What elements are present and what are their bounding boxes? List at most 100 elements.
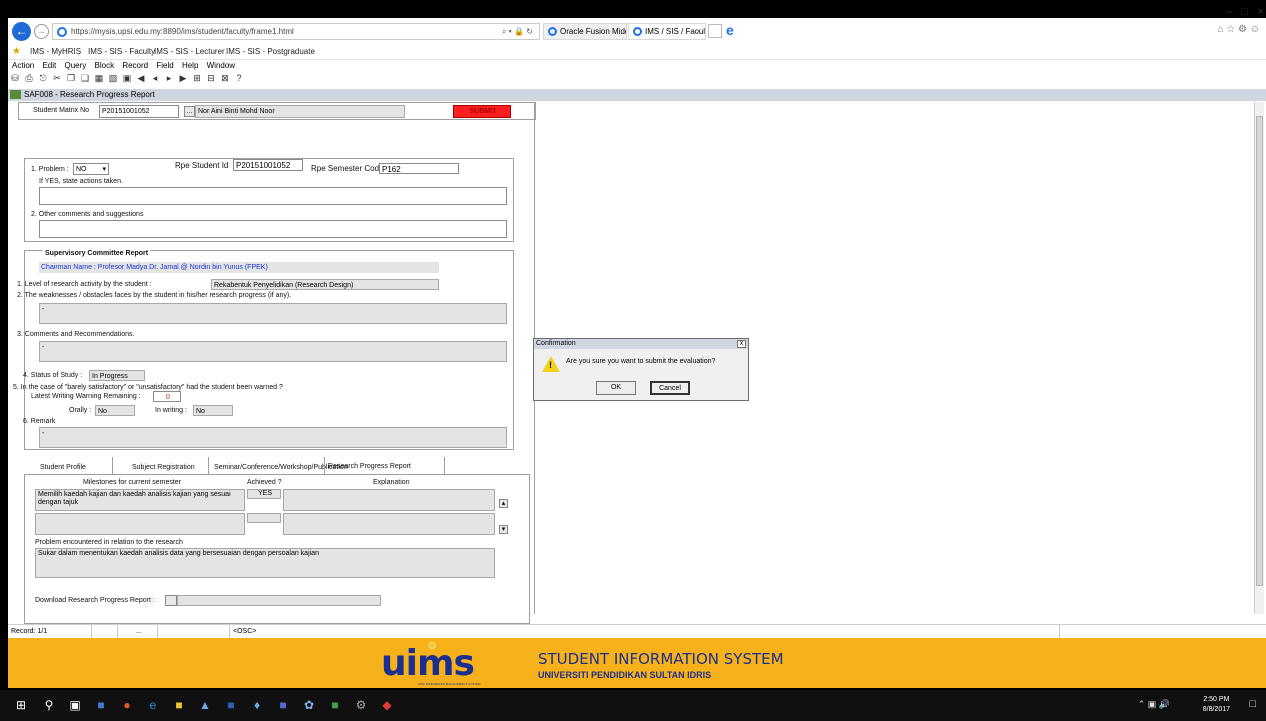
next-record-icon[interactable]: ▸ <box>162 73 176 84</box>
query-icon[interactable]: ⊞ <box>190 73 204 84</box>
clock-date: 8/8/2017 <box>1202 706 1230 713</box>
fav-myhris[interactable]: IMS - MyHRIS <box>30 47 81 56</box>
clear-icon[interactable]: ▣ <box>120 73 134 84</box>
menu-action[interactable]: Action <box>12 61 34 70</box>
app-icon[interactable]: ♦ <box>250 698 264 712</box>
copy-icon[interactable]: ❐ <box>64 73 78 84</box>
cancel-query-icon[interactable]: ⊠ <box>218 73 232 84</box>
committee-title: Supervisory Committee Report <box>43 250 151 257</box>
app-icon[interactable]: ■ <box>328 698 342 712</box>
menu-record[interactable]: Record <box>122 61 148 70</box>
app-icon[interactable]: ■ <box>276 698 290 712</box>
download-lov-button[interactable] <box>165 595 177 606</box>
orally-label: Orally : <box>69 407 92 414</box>
cut-icon[interactable]: ✂ <box>50 73 64 84</box>
task-view-icon[interactable]: ▣ <box>68 698 82 712</box>
tab-separator <box>112 457 113 474</box>
browser-toolbar-icons[interactable]: ⌂ ☆ ⚙ ☺ <box>1217 24 1260 35</box>
scrollbar-thumb[interactable] <box>1256 116 1263 586</box>
tab-oracle[interactable]: Oracle Fusion Middleware For... <box>543 23 627 40</box>
dialog-close-icon[interactable]: x <box>737 340 746 348</box>
url-controls-icon[interactable]: ⌕ ▾ 🔒 ↻ <box>502 27 533 37</box>
ok-button[interactable]: OK <box>596 381 636 395</box>
scroll-up-icon[interactable]: ▴ <box>499 499 508 508</box>
student-header-panel: Student Matrix No P20151001052 ... Nor A… <box>18 102 536 120</box>
notifications-icon[interactable]: □ <box>1249 698 1256 710</box>
student-lov-button[interactable]: ... <box>184 106 195 117</box>
rpe-student-id-field[interactable]: P20151001052 <box>233 159 303 171</box>
explanation-2-field <box>283 513 495 535</box>
tab-student-profile[interactable]: Student Profile <box>40 464 86 471</box>
minimize-button[interactable]: – <box>1226 6 1232 18</box>
cancel-button[interactable]: Cancel <box>650 381 690 395</box>
back-button[interactable]: ← <box>12 22 31 41</box>
submit-button[interactable]: SUBMIT <box>453 105 511 118</box>
folder-icon[interactable]: ■ <box>172 698 186 712</box>
dialog-title: Confirmation <box>536 340 576 347</box>
tab-research-progress-report[interactable]: Research Progress Report <box>328 463 411 470</box>
ie-tab-icon <box>633 27 642 36</box>
execute-query-icon[interactable]: ⊟ <box>204 73 218 84</box>
student-matrix-field[interactable]: P20151001052 <box>99 105 179 118</box>
problem-research-field: Sukar dalam menentukan kaedah analisis d… <box>35 548 495 578</box>
other-comments-field[interactable] <box>39 220 507 238</box>
warning-mark: ! <box>549 360 552 370</box>
delete-record-icon[interactable]: ▧ <box>106 73 120 84</box>
tab-subject-registration[interactable]: Subject Registration <box>132 464 195 471</box>
word-icon[interactable]: ■ <box>224 698 238 712</box>
firefox-icon[interactable]: ● <box>120 698 134 712</box>
app-icon[interactable]: ⚙ <box>354 698 368 712</box>
problem-select-value: NO <box>76 166 87 173</box>
prev-record-icon[interactable]: ◂ <box>148 73 162 84</box>
rpe-semester-field[interactable]: P162 <box>379 163 459 174</box>
app-icon[interactable]: ▲ <box>198 698 212 712</box>
problem-select[interactable]: NO ▾ <box>73 163 109 175</box>
inwriting-field: No <box>193 405 233 416</box>
search-icon[interactable]: ⚲ <box>42 698 56 712</box>
new-tab-button[interactable] <box>708 24 722 38</box>
exit-icon[interactable]: ⎋ <box>36 73 50 84</box>
app-icon[interactable]: ◆ <box>380 698 394 712</box>
url-field[interactable]: https://mysis.upsi.edu.my:8890/ims/stude… <box>52 23 540 40</box>
achieved-1-field: YES <box>247 489 281 499</box>
print-icon[interactable]: ⎙ <box>22 73 36 84</box>
ie-taskbar-icon[interactable]: e <box>146 698 160 712</box>
fav-sis-postgraduate[interactable]: IMS - SIS - Postgraduate <box>226 47 315 56</box>
form-title-text: SAF008 - Research Progress Report <box>24 90 155 99</box>
favorites-bar: ★ IMS - MyHRIS IMS - SIS - Faculty IMS -… <box>8 44 1266 60</box>
save-icon[interactable]: ⛁ <box>8 73 22 84</box>
last-record-icon[interactable]: ▶ <box>176 73 190 84</box>
menu-window[interactable]: Window <box>207 61 235 70</box>
taskbar-clock[interactable]: 2:50 PM 8/8/2017 <box>1203 695 1230 715</box>
scroll-down-icon[interactable]: ▾ <box>499 525 508 534</box>
menu-query[interactable]: Query <box>65 61 87 70</box>
tab-close-icon[interactable]: × <box>696 24 701 39</box>
form-vertical-scrollbar[interactable] <box>1254 102 1264 614</box>
insert-record-icon[interactable]: ▦ <box>92 73 106 84</box>
first-record-icon[interactable]: ◀ <box>134 73 148 84</box>
help-icon[interactable]: ? <box>232 73 246 83</box>
system-tray-icons[interactable]: ⌃ ▣ 🔊 <box>1138 699 1170 710</box>
close-window-button[interactable]: × <box>1258 6 1264 18</box>
rpe-student-id-label: Rpe Student Id <box>175 161 229 170</box>
fav-sis-lecturer[interactable]: IMS - SIS - Lecturer <box>154 47 225 56</box>
windows-taskbar: ⊞ ⚲ ▣ ■ ● e ■ ▲ ■ ♦ ■ ✿ ■ ⚙ ◆ ⌃ ▣ 🔊 2:50… <box>0 690 1266 721</box>
maximize-button[interactable]: □ <box>1241 6 1248 18</box>
remark-label: 6. Remark <box>23 418 56 425</box>
forms-status-bar: Record: 1/1 ... <OSC> <box>8 624 1266 639</box>
menu-field[interactable]: Field <box>156 61 173 70</box>
file-explorer-icon[interactable]: ■ <box>94 698 108 712</box>
fav-sis-faculty[interactable]: IMS - SIS - Faculty <box>88 47 155 56</box>
actions-taken-field[interactable] <box>39 187 507 205</box>
paste-icon[interactable]: ❏ <box>78 73 92 84</box>
menu-edit[interactable]: Edit <box>42 61 56 70</box>
forward-button[interactable]: → <box>34 24 49 39</box>
menu-help[interactable]: Help <box>182 61 198 70</box>
windows-start-icon[interactable]: ⊞ <box>14 698 28 712</box>
rpe-semester-label: Rpe Semester Code <box>311 164 384 173</box>
warning-question: 5. In the case of "barely satisfactory" … <box>13 384 283 391</box>
favorites-star-icon[interactable]: ★ <box>12 46 21 57</box>
app-icon[interactable]: ✿ <box>302 698 316 712</box>
menu-block[interactable]: Block <box>95 61 115 70</box>
tab-ims-faculty[interactable]: IMS / SIS / Faculty × <box>628 23 706 40</box>
